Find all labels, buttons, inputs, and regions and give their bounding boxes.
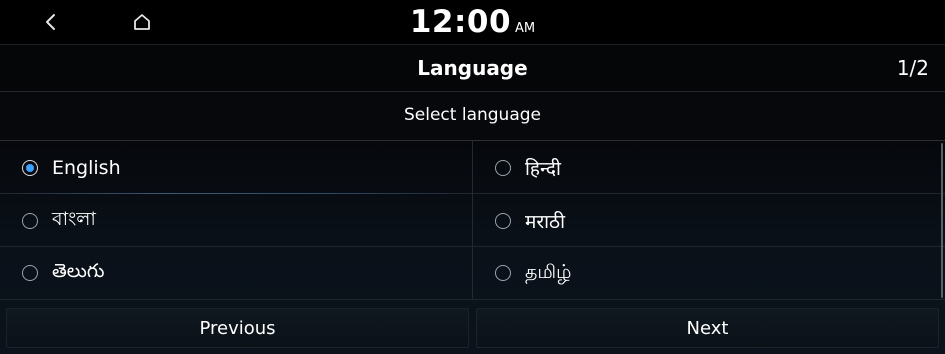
clock-ampm: AM	[515, 21, 536, 36]
column-divider	[472, 141, 473, 300]
subtitle-bar: Select language	[0, 91, 945, 141]
previous-button[interactable]: Previous	[6, 308, 469, 348]
clock: 12:00 AM	[0, 2, 945, 49]
radio-unselected-icon	[495, 213, 511, 229]
radio-unselected-icon	[495, 265, 511, 281]
language-label: हिन्दी	[525, 158, 561, 180]
language-label: తెలుగు	[52, 259, 105, 282]
language-option-telugu[interactable]: తెలుగు	[22, 247, 462, 299]
language-option-bengali[interactable]: বাংলা	[22, 195, 462, 247]
radio-unselected-icon	[22, 265, 38, 281]
language-option-hindi[interactable]: हिन्दी	[495, 142, 925, 194]
status-bar: 12:00 AM	[0, 0, 945, 44]
language-label: தமிழ்	[525, 260, 572, 283]
next-button[interactable]: Next	[476, 308, 939, 348]
row-divider	[0, 299, 945, 300]
language-label: मराठी	[525, 211, 566, 233]
radio-selected-icon	[22, 160, 38, 176]
radio-unselected-icon	[495, 160, 511, 176]
language-screen: 12:00 AM Language 1/2 Select language Eng…	[0, 0, 945, 354]
radio-unselected-icon	[22, 213, 38, 229]
title-bar: Language 1/2	[0, 44, 945, 92]
page-indicator: 1/2	[896, 56, 929, 80]
language-option-marathi[interactable]: मराठी	[495, 195, 925, 247]
language-option-english[interactable]: English	[22, 142, 462, 194]
page-title: Language	[417, 56, 528, 80]
language-label: বাংলা	[52, 208, 96, 230]
language-option-tamil[interactable]: தமிழ்	[495, 247, 925, 299]
subtitle: Select language	[404, 105, 541, 125]
language-label: English	[52, 157, 121, 179]
scrollbar[interactable]	[941, 143, 943, 298]
clock-time: 12:00	[409, 4, 512, 40]
